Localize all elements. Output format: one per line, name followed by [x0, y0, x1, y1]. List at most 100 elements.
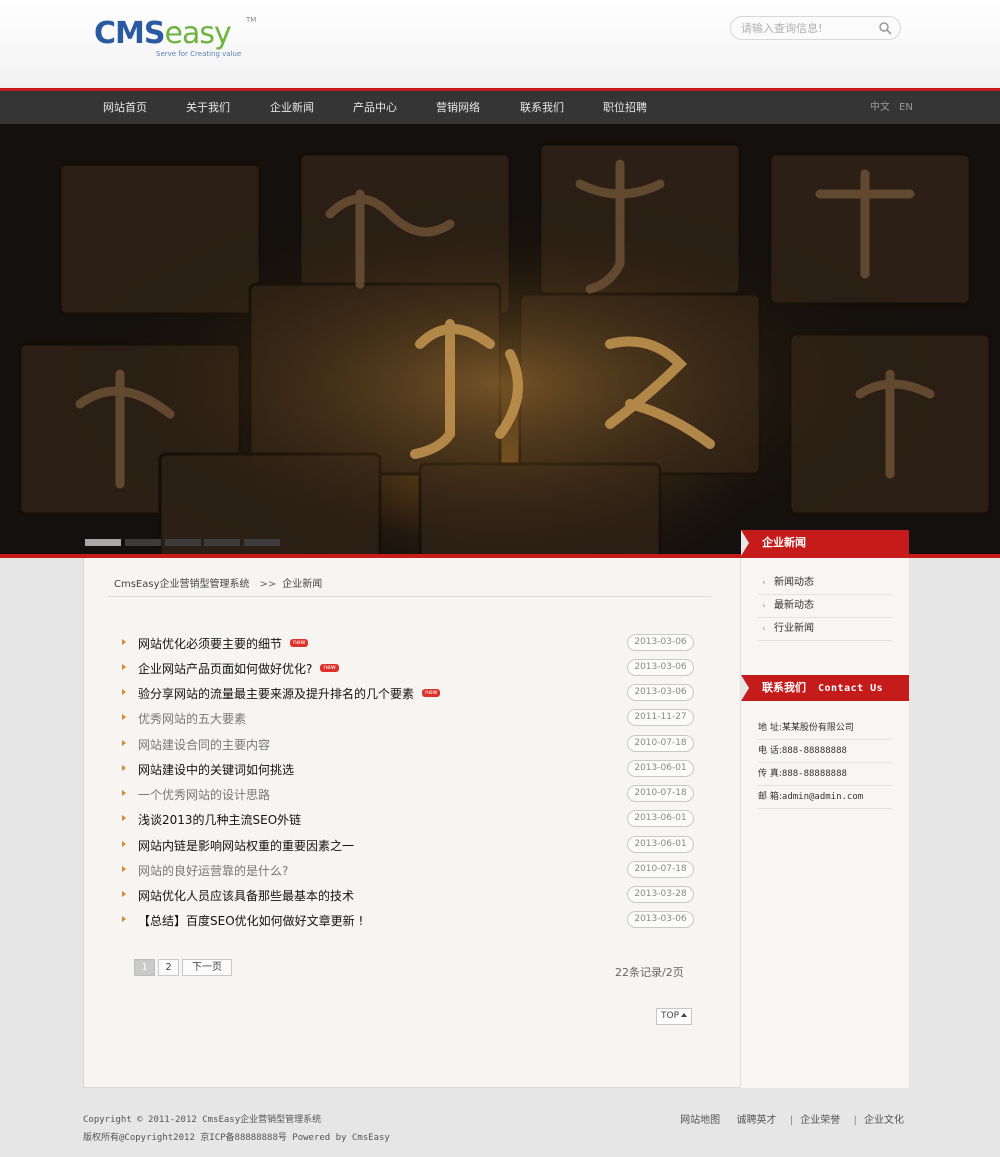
new-badge: new — [290, 638, 309, 647]
site-header: CMSeasy TM Serve for Creating value — [0, 0, 1000, 88]
news-date: 2010-07-18 — [627, 735, 694, 752]
lang-cn-link[interactable]: 中文 — [870, 91, 890, 124]
nav-item-home[interactable]: 网站首页 — [90, 91, 160, 124]
new-badge: new — [422, 688, 441, 697]
flag-notch-icon — [741, 675, 749, 701]
slider-dot-5[interactable] — [244, 539, 280, 546]
footer-separator: | — [853, 1115, 857, 1126]
banner-image — [0, 124, 1000, 556]
page-2-button[interactable]: 2 — [158, 959, 179, 976]
bullet-icon — [122, 916, 126, 922]
news-row[interactable]: 【总结】百度SEO优化如何做好文章更新 ! 2013-03-06 — [122, 911, 695, 931]
news-date: 2013-06-01 — [627, 810, 694, 827]
search-input[interactable] — [741, 20, 871, 36]
hero-banner — [0, 124, 1000, 556]
bullet-icon — [122, 740, 126, 746]
arrow-up-icon — [681, 1013, 687, 1017]
news-row[interactable]: 浅谈2013的几种主流SEO外链 2013-06-01 — [122, 810, 695, 830]
slider-dot-4[interactable] — [204, 539, 240, 546]
footer-line-1: Copyright © 2011-2012 CmsEasy企业营销型管理系统 — [83, 1115, 322, 1125]
news-date: 2013-06-01 — [627, 760, 694, 777]
next-page-button[interactable]: 下一页 — [182, 959, 232, 976]
news-title[interactable]: 网站内链是影响网站权重的重要因素之一 — [138, 837, 354, 854]
search-icon[interactable] — [878, 21, 892, 35]
footer-link-culture[interactable]: 企业文化 — [864, 1115, 904, 1126]
logo-tagline: Serve for Creating value — [156, 50, 242, 58]
search-box — [730, 16, 901, 40]
footer-separator: | — [789, 1115, 794, 1126]
news-row[interactable]: 网站优化必须要主要的细节 new 2013-03-06 — [122, 634, 695, 654]
breadcrumb-divider — [108, 596, 711, 597]
news-date: 2010-07-18 — [627, 785, 694, 802]
footer-links: 网站地图 诚聘英才 | 企业荣誉 | 企业文化 — [680, 1111, 904, 1126]
sidebar-contact-title: 联系我们 Contact Us — [741, 675, 909, 701]
breadcrumb-separator: >> — [259, 579, 277, 590]
bullet-icon — [122, 891, 126, 897]
sidebar-item-industry[interactable]: ‹ 行业新闻 — [758, 619, 892, 641]
record-count: 22条记录/2页 — [615, 966, 684, 979]
nav-item-contact[interactable]: 联系我们 — [507, 91, 577, 124]
nav-item-jobs[interactable]: 职位招聘 — [590, 91, 660, 124]
contact-address: 地 址:某某股份有限公司 — [758, 718, 892, 740]
news-row[interactable]: 网站的良好运营靠的是什么? 2010-07-18 — [122, 861, 695, 881]
nav-item-news[interactable]: 企业新闻 — [257, 91, 327, 124]
news-date: 2013-03-28 — [627, 886, 694, 903]
sidebar-item-news-updates[interactable]: ‹ 新闻动态 — [758, 573, 892, 595]
bullet-icon — [122, 714, 126, 720]
news-row[interactable]: 优秀网站的五大要素 2011-11-27 — [122, 709, 695, 729]
news-title[interactable]: 网站建设中的关键词如何挑选 — [138, 761, 294, 778]
news-title[interactable]: 企业网站产品页面如何做好优化? new — [138, 660, 339, 677]
news-title[interactable]: 浅谈2013的几种主流SEO外链 — [138, 811, 301, 828]
news-title[interactable]: 网站建设合同的主要内容 — [138, 736, 270, 753]
breadcrumb-site[interactable]: CmsEasy企业营销型管理系统 — [114, 579, 250, 590]
news-title[interactable]: 网站优化必须要主要的细节 new — [138, 635, 309, 652]
back-to-top-button[interactable]: TOP — [656, 1008, 692, 1025]
page-1-button[interactable]: 1 — [134, 959, 155, 976]
news-row[interactable]: 网站优化人员应该具备那些最基本的技术 2013-03-28 — [122, 886, 695, 906]
footer-link-sitemap[interactable]: 网站地图 — [680, 1115, 720, 1126]
nav-item-about[interactable]: 关于我们 — [173, 91, 243, 124]
bullet-icon — [122, 790, 126, 796]
breadcrumb-current[interactable]: 企业新闻 — [282, 579, 322, 590]
logo-tm: TM — [246, 16, 257, 24]
footer-link-honors[interactable]: 企业荣誉 — [800, 1115, 840, 1126]
news-row[interactable]: 验分享网站的流量最主要来源及提升排名的几个要素 new 2013-03-06 — [122, 684, 695, 704]
nav-item-products[interactable]: 产品中心 — [340, 91, 410, 124]
sidebar-news-title: 企业新闻 — [741, 530, 909, 556]
news-row[interactable]: 网站建设中的关键词如何挑选 2013-06-01 — [122, 760, 695, 780]
bullet-icon — [122, 689, 126, 695]
news-row[interactable]: 一个优秀网站的设计思路 2010-07-18 — [122, 785, 695, 805]
lang-en-link[interactable]: EN — [899, 91, 913, 124]
slider-dot-2[interactable] — [125, 539, 161, 546]
bullet-icon — [122, 664, 126, 670]
news-date: 2013-06-01 — [627, 836, 694, 853]
chevron-left-icon: ‹ — [762, 601, 766, 611]
slider-dot-1[interactable] — [85, 539, 121, 546]
news-row[interactable]: 网站建设合同的主要内容 2010-07-18 — [122, 735, 695, 755]
nav-item-network[interactable]: 营销网络 — [423, 91, 493, 124]
news-title[interactable]: 网站优化人员应该具备那些最基本的技术 — [138, 887, 354, 904]
logo-wordmark: CMSeasy — [94, 14, 232, 54]
new-badge: new — [320, 663, 339, 672]
footer-link-careers[interactable]: 诚聘英才 — [737, 1115, 777, 1126]
sidebar-item-latest[interactable]: ‹ 最新动态 — [758, 596, 892, 618]
logo-cms: CMS — [94, 16, 165, 51]
news-title[interactable]: 一个优秀网站的设计思路 — [138, 786, 270, 803]
logo-easy: easy — [164, 16, 231, 51]
slider-dot-3[interactable] — [165, 539, 201, 546]
news-title[interactable]: 优秀网站的五大要素 — [138, 710, 246, 727]
news-row[interactable]: 企业网站产品页面如何做好优化? new 2013-03-06 — [122, 659, 695, 679]
news-title[interactable]: 网站的良好运营靠的是什么? — [138, 862, 288, 879]
bullet-icon — [122, 765, 126, 771]
bullet-icon — [122, 866, 126, 872]
chevron-left-icon: ‹ — [762, 578, 766, 588]
news-date: 2011-11-27 — [627, 709, 694, 726]
contact-email: 邮 箱:admin@admin.com — [758, 787, 892, 809]
flag-notch-icon — [741, 530, 749, 556]
news-date: 2010-07-18 — [627, 861, 694, 878]
news-title[interactable]: 验分享网站的流量最主要来源及提升排名的几个要素 new — [138, 685, 441, 702]
breadcrumb: CmsEasy企业营销型管理系统 >> 企业新闻 — [114, 575, 322, 590]
news-title[interactable]: 【总结】百度SEO优化如何做好文章更新 ! — [138, 912, 363, 929]
logo[interactable]: CMSeasy TM Serve for Creating value — [94, 14, 264, 64]
news-row[interactable]: 网站内链是影响网站权重的重要因素之一 2013-06-01 — [122, 836, 695, 856]
